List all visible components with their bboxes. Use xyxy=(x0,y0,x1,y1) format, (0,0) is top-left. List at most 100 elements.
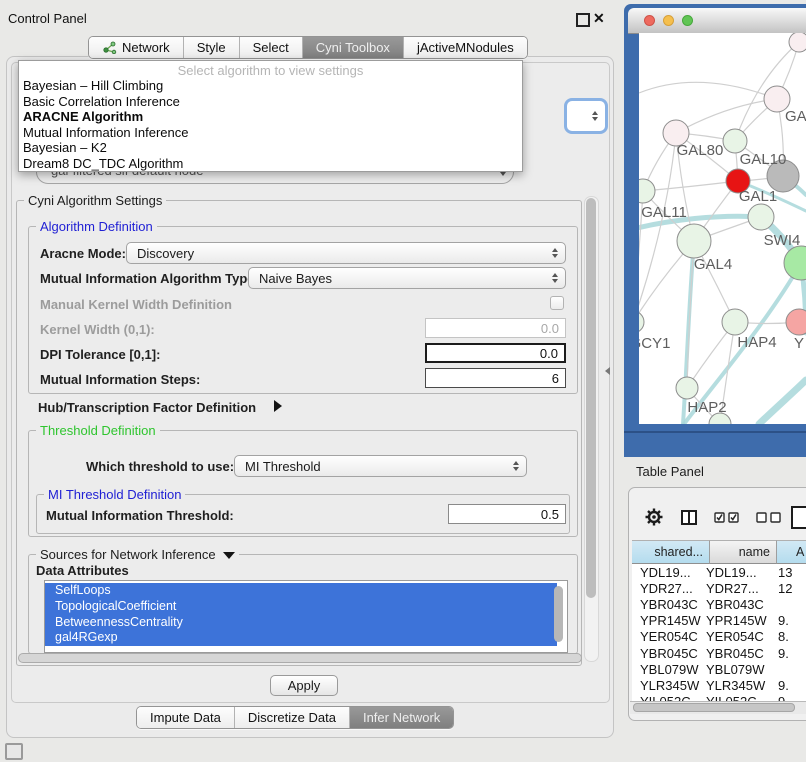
dock-panel-icon[interactable] xyxy=(5,743,23,760)
node-partial-top[interactable] xyxy=(789,33,806,52)
threshold-definition-title: Threshold Definition xyxy=(36,423,160,438)
node-gcy1[interactable] xyxy=(639,311,644,333)
data-attributes-label: Data Attributes xyxy=(36,563,129,578)
tab-network[interactable]: Network xyxy=(89,37,183,58)
tab-infer-network[interactable]: Infer Network xyxy=(349,707,453,728)
panel-collapse-arrow-icon[interactable] xyxy=(605,367,610,375)
mi-steps-input[interactable]: 6 xyxy=(425,368,566,388)
list-scrollbar-thumb[interactable] xyxy=(554,586,563,642)
node-green-bright[interactable] xyxy=(784,246,806,280)
which-threshold-value: MI Threshold xyxy=(245,459,321,474)
table-row[interactable]: YBR043CYBR043C xyxy=(632,596,806,612)
table-row[interactable]: YER054CYER054C8. xyxy=(632,629,806,645)
table-cell: YER054C xyxy=(632,629,704,644)
split-column-icon[interactable] xyxy=(681,510,697,526)
tab-label: Cyni Toolbox xyxy=(316,40,390,55)
data-attribute-item[interactable]: SelfLoops xyxy=(45,583,557,599)
network-canvas[interactable]: GALGAL80GAL10GAL1GAL11SWI4GAL4GCY1HAP4YH… xyxy=(639,33,806,424)
table-hscrollbar-thumb[interactable] xyxy=(633,703,795,712)
table-cell: YLR345W xyxy=(704,678,778,693)
collapse-arrow-icon[interactable] xyxy=(223,552,235,559)
tab-impute-data[interactable]: Impute Data xyxy=(137,707,234,728)
algorithm-dropdown-popup: Select algorithm to view settings Bayesi… xyxy=(18,60,523,172)
table-row[interactable]: YBR045CYBR045C9. xyxy=(632,645,806,661)
expand-arrow-icon[interactable] xyxy=(274,400,282,412)
network-edge xyxy=(676,99,777,133)
tab-select[interactable]: Select xyxy=(239,37,302,58)
algorithm-option[interactable]: Bayesian – K2 xyxy=(19,140,522,156)
node-gal4[interactable] xyxy=(677,224,711,258)
algorithm-option[interactable]: Mutual Information Inference xyxy=(19,125,522,141)
tab-cyni-toolbox[interactable]: Cyni Toolbox xyxy=(302,37,403,58)
manual-kernel-width-label: Manual Kernel Width Definition xyxy=(40,297,232,312)
column-header[interactable]: name xyxy=(710,540,777,564)
node-gal10[interactable] xyxy=(723,129,747,153)
table-row[interactable]: YLR345WYLR345W9. xyxy=(632,677,806,693)
gear-icon[interactable] xyxy=(644,507,664,527)
float-window-icon[interactable] xyxy=(576,13,590,27)
table-row[interactable]: YDL19...YDL19...13 xyxy=(632,564,806,580)
dpi-tolerance-input[interactable]: 0.0 xyxy=(425,343,566,363)
node-hap2[interactable] xyxy=(676,377,698,399)
tab-discretize-data[interactable]: Discretize Data xyxy=(234,707,349,728)
column-header[interactable]: A xyxy=(777,540,806,564)
mi-algorithm-type-combo[interactable]: Naive Bayes xyxy=(248,267,566,289)
data-attribute-item[interactable]: BetweennessCentrality xyxy=(45,615,557,631)
network-icon xyxy=(102,41,117,54)
node-salmon[interactable] xyxy=(786,309,806,335)
which-threshold-combo[interactable]: MI Threshold xyxy=(234,455,527,477)
algorithm-option[interactable]: ARACNE Algorithm xyxy=(19,109,522,125)
table-cell: 13 xyxy=(778,565,792,580)
which-threshold-label: Which threshold to use: xyxy=(86,459,234,474)
tab-label: Impute Data xyxy=(150,710,221,725)
algorithm-option[interactable]: Dream8 DC_TDC Algorithm xyxy=(19,156,522,172)
checkbox-unchecked-icon[interactable] xyxy=(756,512,767,523)
settings-scrollbar-thumb[interactable] xyxy=(586,198,596,598)
kernel-width-input[interactable]: 0.0 xyxy=(425,318,566,338)
algorithm-option[interactable]: Basic Correlation Inference xyxy=(19,94,522,110)
table-row[interactable]: YIL052CYIL052C9. xyxy=(632,694,806,702)
checkbox-checked-icon[interactable] xyxy=(728,512,739,523)
table-row[interactable]: YBL079WYBL079W xyxy=(632,661,806,677)
minimize-traffic-light[interactable] xyxy=(663,15,674,26)
data-attribute-item[interactable]: gal4RGexp xyxy=(45,630,557,646)
table-row[interactable]: YDR27...YDR27...12 xyxy=(632,580,806,596)
close-panel-icon[interactable]: ✕ xyxy=(593,11,605,25)
mi-threshold-definition-title: MI Threshold Definition xyxy=(44,487,185,502)
data-attributes-list[interactable]: SelfLoopsTopologicalCoefficientBetweenne… xyxy=(44,580,568,653)
node-gal11[interactable] xyxy=(639,179,655,203)
column-header[interactable]: shared... xyxy=(632,540,710,564)
checkbox-checked-icon[interactable] xyxy=(714,512,725,523)
table-cell: 9. xyxy=(778,646,789,661)
table-cell: 12 xyxy=(778,581,792,596)
node-hap4[interactable] xyxy=(722,309,748,335)
checkbox-unchecked-icon[interactable] xyxy=(770,512,781,523)
table-row[interactable]: YPR145WYPR145W9. xyxy=(632,613,806,629)
sources-group-title: Sources for Network Inference xyxy=(36,547,239,562)
kernel-width-label: Kernel Width (0,1): xyxy=(40,322,155,337)
node-label: GAL80 xyxy=(677,142,724,159)
toolbar-partial-icon[interactable] xyxy=(791,506,806,530)
settings-horizontal-scrollbar[interactable] xyxy=(18,653,582,663)
table-cell: YDR27... xyxy=(704,581,778,596)
inference-algorithm-combo-fragment[interactable] xyxy=(564,98,608,134)
tab-style[interactable]: Style xyxy=(183,37,239,58)
node-label: HAP2 xyxy=(687,399,726,416)
mi-algorithm-type-label: Mutual Information Algorithm Type: xyxy=(40,271,259,286)
aracne-mode-combo[interactable]: Discovery xyxy=(126,242,566,264)
tab-label: Network xyxy=(122,40,170,55)
node-label: GAL4 xyxy=(694,256,732,273)
mi-threshold-input[interactable]: 0.5 xyxy=(448,504,566,524)
tab-jactivemnodules[interactable]: jActiveMNodules xyxy=(403,37,527,58)
network-window-bottom-edge xyxy=(624,431,806,433)
network-window-titlebar[interactable] xyxy=(628,8,806,34)
manual-kernel-width-checkbox[interactable] xyxy=(550,296,564,310)
table-cell: YBR043C xyxy=(704,597,778,612)
data-attribute-item[interactable]: TopologicalCoefficient xyxy=(45,599,557,615)
algorithm-option[interactable]: Bayesian – Hill Climbing xyxy=(19,78,522,94)
table-cell: YDL19... xyxy=(632,565,704,580)
close-traffic-light[interactable] xyxy=(644,15,655,26)
zoom-traffic-light[interactable] xyxy=(682,15,693,26)
apply-button[interactable]: Apply xyxy=(270,675,338,696)
node-swi4[interactable] xyxy=(748,204,774,230)
